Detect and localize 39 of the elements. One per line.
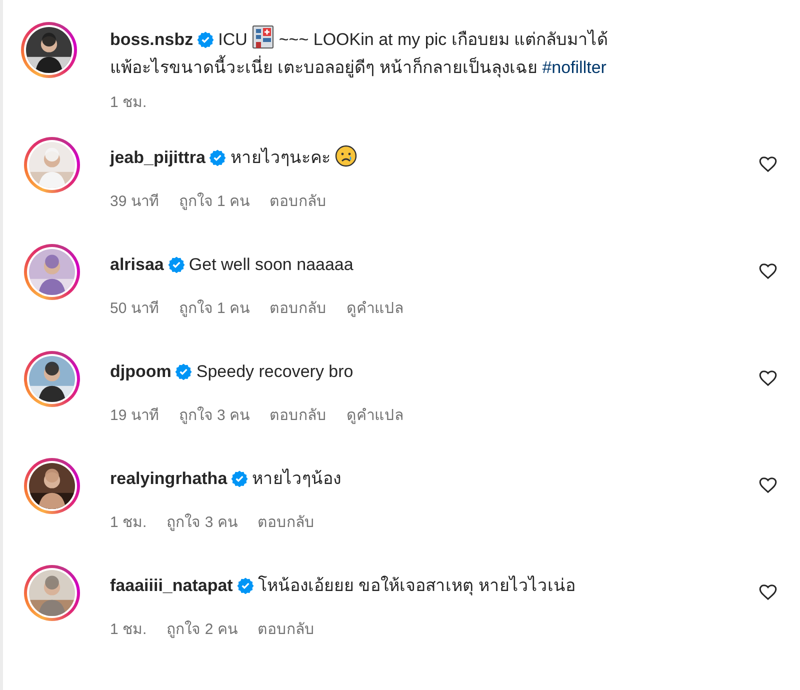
like-count[interactable]: ถูกใจ 2 คน xyxy=(166,617,238,641)
sad-face-icon xyxy=(335,145,358,167)
like-heart-icon[interactable] xyxy=(758,582,778,602)
reply-button[interactable]: ตอบกลับ xyxy=(270,189,327,213)
comment-time: 50 นาที xyxy=(110,299,159,319)
comment-text: หายไวๆนะคะ xyxy=(230,148,330,167)
translate-button[interactable]: ดูคำแปล xyxy=(346,403,404,427)
username-link[interactable]: faaaiiii_natapat xyxy=(110,576,233,595)
username-link[interactable]: realyingrhatha xyxy=(110,469,228,488)
like-heart-icon[interactable] xyxy=(758,261,778,281)
like-heart-icon[interactable] xyxy=(758,154,778,174)
like-count[interactable]: ถูกใจ 3 คน xyxy=(178,403,250,427)
reply-button[interactable]: ตอบกลับ xyxy=(257,510,314,534)
comment-text: Speedy recovery bro xyxy=(196,362,354,381)
username-link[interactable]: djpoom xyxy=(110,362,172,381)
username-link[interactable]: alrisaa xyxy=(110,255,164,274)
username-link[interactable]: boss.nsbz xyxy=(110,30,194,49)
hashtag-link[interactable]: #nofillter xyxy=(542,58,606,77)
username-link[interactable]: jeab_pijittra xyxy=(110,148,206,167)
reply-button[interactable]: ตอบกลับ xyxy=(257,617,314,641)
comment-text: โหน้องเอ้ยยย ขอให้เจอสาเหตุ หายไวไวเน่อ xyxy=(258,576,576,595)
like-count[interactable]: ถูกใจ 3 คน xyxy=(166,510,238,534)
comment-time: 1 ชม. xyxy=(110,513,147,533)
hospital-icon xyxy=(252,25,274,49)
caption-text: ICU xyxy=(218,30,248,49)
reply-button[interactable]: ตอบกลับ xyxy=(270,403,327,427)
comment-text: Get well soon naaaaa xyxy=(188,255,354,274)
reply-button[interactable]: ตอบกลับ xyxy=(270,296,327,320)
comment-time: 19 นาที xyxy=(110,406,159,426)
comment-time: 39 นาที xyxy=(110,192,159,212)
comment-text: หายไวๆน้อง xyxy=(252,469,342,488)
like-heart-icon[interactable] xyxy=(758,475,778,495)
like-count[interactable]: ถูกใจ 1 คน xyxy=(178,296,250,320)
translate-button[interactable]: ดูคำแปล xyxy=(346,296,404,320)
like-count[interactable]: ถูกใจ 1 คน xyxy=(178,189,250,213)
caption-text: ~~~ LOOKin at my pic เกือบยม แต่กลับมาได้ xyxy=(278,30,608,49)
comment-time: 1 ชม. xyxy=(110,620,147,640)
like-heart-icon[interactable] xyxy=(758,368,778,388)
post-time: 1 ชม. xyxy=(110,93,147,113)
